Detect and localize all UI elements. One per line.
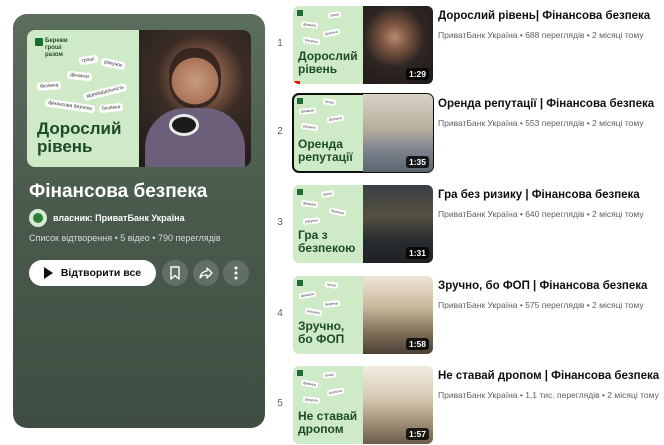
video-title[interactable]: Дорослий рівень| Фінансова безпека [438,10,650,22]
bank-logo [297,98,305,104]
video-index: 2 [277,126,283,137]
thumb-tag: фінанси [298,290,317,300]
thumb-title: Оренда репутації [298,137,353,164]
playlist-header-panel: Бережи гроші разом гроші рахунок фінанси… [13,14,265,428]
video-meta: ПриватБанк Україна • 1,1 тис. переглядів… [438,390,659,400]
video-thumbnail[interactable]: гроші фінанси безпека рахунок Не ставай дро… [293,366,433,444]
owner-label[interactable]: власник: ПриватБанк Україна [53,213,185,223]
cover-photo [139,30,251,167]
cover-tag: рахунок [100,57,126,71]
cover-tag: відповідальність [82,82,128,102]
thumb-tag: рахунок [300,122,319,132]
more-actions-button[interactable] [223,260,249,286]
video-duration: 1:35 [405,156,429,168]
headphones-icon [169,114,199,136]
bank-logo [297,370,305,376]
video-title[interactable]: Не ставай дропом | Фінансова безпека [438,370,659,382]
cover-title: Дорослий рівень [37,119,122,156]
bank-logo [297,280,305,286]
video-title[interactable]: Зручно, бо ФОП | Фінансова безпека [438,280,647,292]
bookmark-icon [170,266,180,280]
thumb-tag: гроші [324,281,339,289]
thumb-tag: безпека [326,114,345,124]
thumb-tag: рахунок [304,307,323,317]
video-thumbnail[interactable]: гроші фінанси безпека рахунок Зручно, бо ФО… [293,276,433,354]
thumb-title: Не ставай дропом [298,409,358,436]
video-duration: 1:57 [405,428,429,440]
play-icon [43,267,53,279]
thumb-tag: безпека [328,207,347,217]
channel-avatar[interactable] [29,209,47,227]
share-button[interactable] [193,260,219,286]
video-index: 4 [277,308,283,319]
video-thumbnail[interactable]: гроші фінанси безпека рахунок Дорослий ріве… [293,6,433,84]
video-thumbnail[interactable]: гроші фінанси безпека рахунок Оренда репута… [292,93,434,173]
thumb-tag: рахунок [302,36,321,46]
thumb-tag: фінанси [300,199,319,209]
cover-tag: гроші [78,54,98,66]
playlist-owner[interactable]: власник: ПриватБанк Україна [29,209,185,227]
thumb-tag: рахунок [302,217,321,225]
playlist-video-row[interactable]: 5 гроші фінанси безпека рахунок Не ставай д… [272,366,664,445]
save-playlist-button[interactable] [162,260,188,286]
playlist-video-row[interactable]: 2 гроші фінанси безпека рахунок Оренда репу… [272,93,664,174]
video-meta: ПриватБанк Україна • 553 переглядів • 2 … [438,118,644,128]
bank-logo [297,189,305,195]
thumb-title: Зручно, бо ФОП [298,319,345,346]
play-all-button[interactable]: Відтворити все [29,260,156,286]
video-duration: 1:29 [405,68,429,80]
thumb-tag: гроші [322,97,337,107]
playlist-cover[interactable]: Бережи гроші разом гроші рахунок фінанси… [27,30,251,167]
thumb-tag: гроші [320,189,335,199]
playlist-video-row[interactable]: 4 гроші фінанси безпека рахунок Зручно, бо … [272,276,664,356]
video-meta: ПриватБанк Україна • 640 переглядів • 2 … [438,209,644,219]
video-meta: ПриватБанк Україна • 688 переглядів • 2 … [438,30,644,40]
thumb-tag: фінанси [298,107,317,115]
playlist-meta: Список відтворення • 5 відео • 790 перег… [29,233,221,243]
video-thumbnail[interactable]: гроші фінанси безпека рахунок Гра з безпеко… [293,185,433,263]
bank-logo [297,10,305,16]
cover-tag: фінанси [66,70,93,82]
cover-tag: безпека [98,102,124,114]
thumb-tag: гроші [327,11,342,19]
playlist-title: Фінансова безпека [29,181,208,202]
thumb-tag: фінанси [300,21,319,29]
video-title[interactable]: Гра без ризику | Фінансова безпека [438,189,640,201]
thumb-title: Дорослий рівень [298,49,358,76]
thumb-tag: безпека [322,28,341,38]
playlist-video-row[interactable]: 3 гроші фінанси безпека рахунок Гра з безпе… [272,185,664,265]
video-index: 1 [277,38,283,49]
video-meta: ПриватБанк Україна • 575 переглядів • 2 … [438,300,644,310]
thumb-tag: фінанси [300,379,319,389]
more-vert-icon [234,266,238,280]
thumb-title: Гра з безпекою [298,228,356,255]
playlist-video-row[interactable]: 1 гроші фінанси безпека рахунок Дорослий рі… [272,6,664,86]
thumb-tag: рахунок [302,396,321,404]
cover-tag: безпека [36,81,62,91]
thumb-tag: безпека [326,387,345,397]
video-index: 5 [277,398,283,409]
share-icon [199,267,213,279]
cover-tag: фінансова безпека [44,98,96,114]
video-duration: 1:31 [405,247,429,259]
play-all-label: Відтворити все [60,267,142,279]
watch-progress-bar [293,81,300,84]
thumb-tag: гроші [322,371,337,379]
bank-logo: Бережи гроші разом [35,38,79,59]
video-index: 3 [277,217,283,228]
video-title[interactable]: Оренда репутації | Фінансова безпека [438,98,654,110]
video-duration: 1:58 [405,338,429,350]
thumb-tag: безпека [322,300,341,308]
